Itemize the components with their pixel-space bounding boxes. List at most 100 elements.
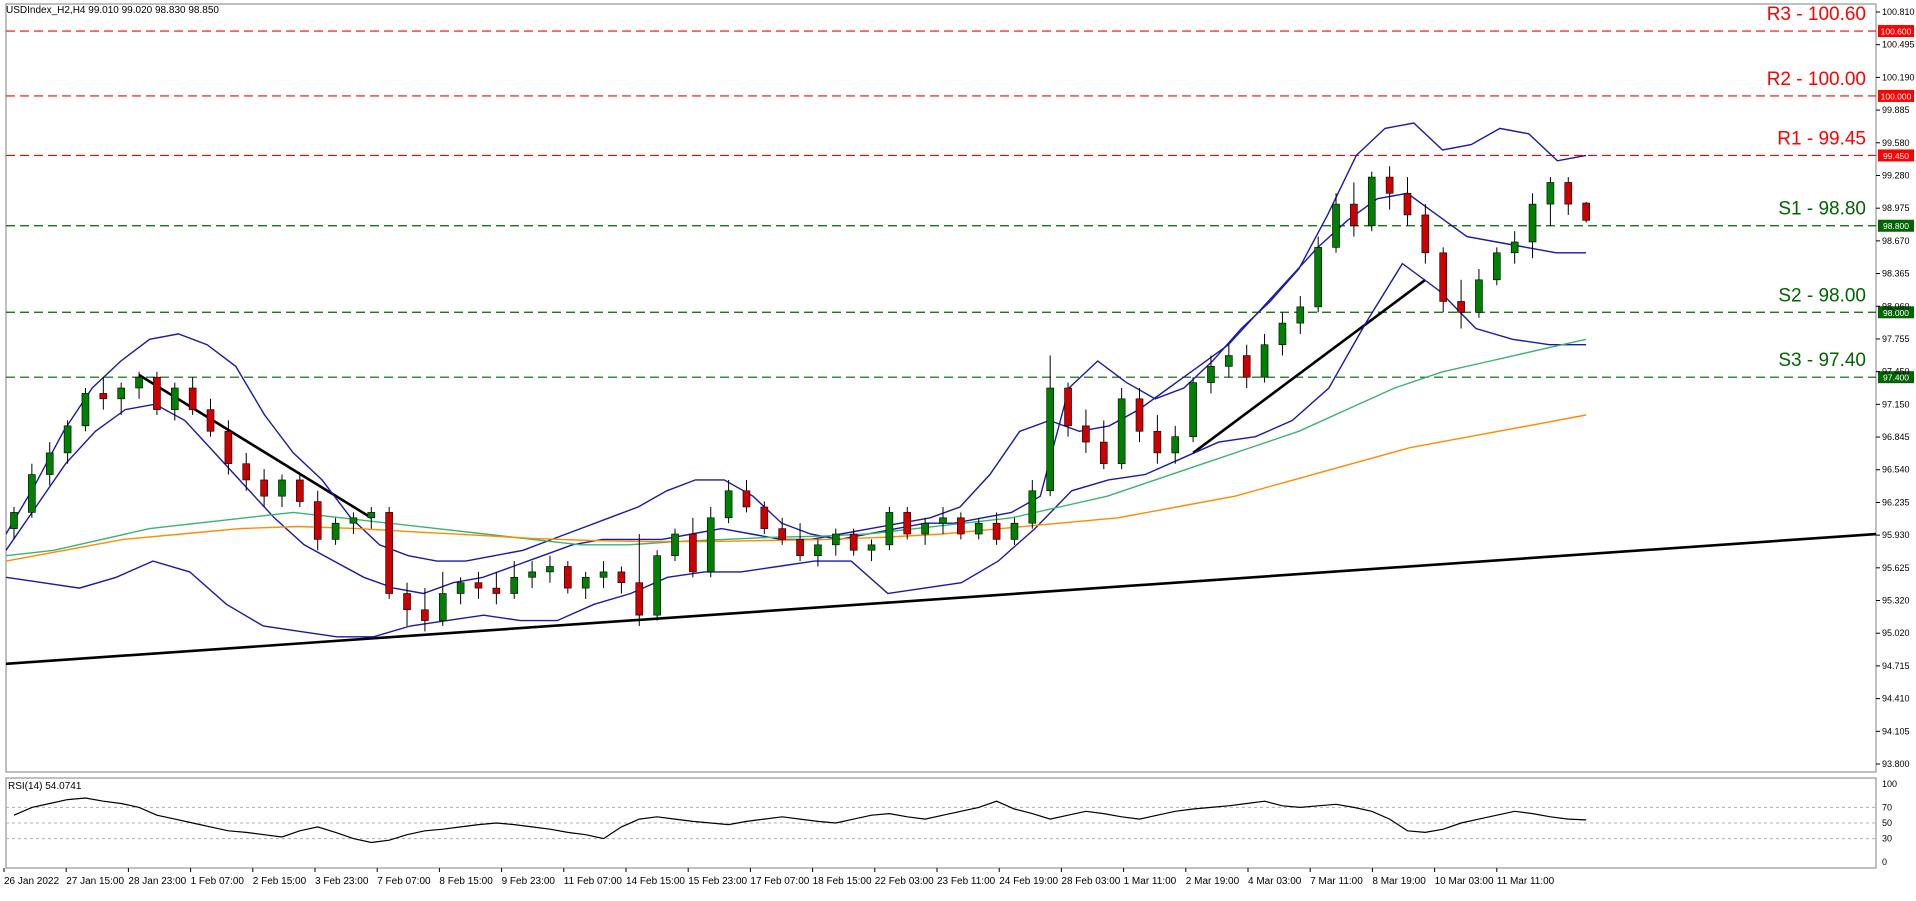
- candle-body: [939, 517, 947, 524]
- candle-body: [1439, 252, 1448, 302]
- time-tick-label: 3 Feb 23:00: [315, 876, 369, 887]
- time-tick-label: 17 Feb 07:00: [750, 876, 809, 887]
- price-tick-label: 95.320: [1882, 596, 1910, 606]
- candle-body: [296, 479, 304, 502]
- candle-body: [1457, 301, 1465, 313]
- candle-body: [1528, 203, 1537, 243]
- rsi-tick-label: 70: [1882, 802, 1892, 812]
- candle[interactable]: [1582, 201, 1590, 223]
- candle-body: [760, 506, 769, 529]
- candle[interactable]: [706, 506, 715, 578]
- candle-body: [242, 463, 251, 481]
- candle[interactable]: [1314, 236, 1322, 313]
- time-tick-label: 23 Feb 11:00: [937, 876, 996, 887]
- candle-body: [1332, 203, 1340, 248]
- candle-body: [867, 544, 876, 551]
- candle-body: [421, 609, 429, 621]
- candle[interactable]: [1189, 377, 1197, 443]
- candle[interactable]: [1367, 171, 1376, 232]
- candle-body: [81, 393, 90, 427]
- candle-body: [188, 387, 197, 410]
- candle-body: [814, 544, 822, 556]
- candle-body: [367, 512, 376, 519]
- candle-body: [1117, 398, 1126, 465]
- price-tick-label: 99.580: [1882, 138, 1910, 148]
- candle-body: [974, 522, 983, 535]
- candle-body: [260, 479, 268, 497]
- candle-body: [778, 528, 787, 540]
- candle-body: [1189, 382, 1197, 437]
- candle[interactable]: [885, 506, 894, 551]
- price-chart[interactable]: USDIndex_H2,H4 99.010 99.020 98.830 98.8…: [0, 0, 1916, 896]
- time-tick-label: 8 Feb 15:00: [439, 876, 493, 887]
- candle-body: [313, 501, 322, 540]
- time-tick-label: 4 Mar 03:00: [1248, 876, 1302, 887]
- candle-body: [1260, 344, 1269, 378]
- price-tick-label: 94.105: [1882, 726, 1910, 736]
- level-price-tag-text: 100.000: [1881, 91, 1912, 101]
- price-tick-label: 100.190: [1882, 72, 1915, 82]
- candle-body: [528, 571, 536, 578]
- candle-body: [1225, 355, 1233, 367]
- price-tick-label: 95.625: [1882, 563, 1910, 573]
- level-label: S2 - 98.00: [1778, 285, 1866, 306]
- candle-body: [153, 376, 161, 410]
- candle-body: [10, 512, 18, 529]
- candle-body: [1242, 355, 1251, 378]
- rsi-tick-label: 0: [1882, 857, 1887, 867]
- candle-body: [957, 517, 965, 535]
- candle-body: [278, 479, 286, 497]
- candle-body: [849, 533, 858, 551]
- candle-body: [796, 539, 804, 556]
- time-tick-label: 28 Jan 23:00: [128, 876, 186, 887]
- candle[interactable]: [385, 506, 393, 599]
- rsi-tick-label: 50: [1882, 818, 1892, 828]
- time-tick-label: 22 Feb 03:00: [875, 876, 934, 887]
- time-tick-label: 10 Mar 03:00: [1435, 876, 1494, 887]
- candle-body: [1350, 203, 1358, 227]
- level-price-tag-text: 100.600: [1881, 27, 1912, 37]
- candle-body: [564, 566, 572, 589]
- candle-body: [1099, 441, 1108, 465]
- level-label: S3 - 97.40: [1778, 350, 1866, 371]
- candle-body: [1314, 247, 1322, 308]
- price-tick-label: 97.450: [1882, 367, 1910, 377]
- candle[interactable]: [153, 371, 161, 416]
- level-label: R2 - 100.00: [1767, 69, 1866, 90]
- level-label: S1 - 98.80: [1778, 199, 1866, 220]
- price-tick-label: 94.715: [1882, 661, 1910, 671]
- price-tick-label: 98.975: [1882, 203, 1910, 213]
- price-tick-label: 99.280: [1882, 170, 1910, 180]
- candle-body: [45, 452, 54, 475]
- candle-body: [1046, 387, 1054, 492]
- rsi-tick-label: 100: [1882, 779, 1897, 789]
- candle-body: [206, 409, 215, 432]
- candle-body: [1582, 202, 1590, 221]
- chart-window[interactable]: USDIndex_H2,H4 99.010 99.020 98.830 98.8…: [0, 0, 1916, 896]
- time-tick-label: 24 Feb 19:00: [999, 876, 1058, 887]
- candle-body: [438, 593, 447, 621]
- candle[interactable]: [81, 388, 90, 432]
- price-tick-label: 99.885: [1882, 105, 1910, 115]
- candle-body: [671, 533, 679, 556]
- candle[interactable]: [1493, 247, 1501, 286]
- candle-body: [1171, 436, 1180, 454]
- candle-body: [653, 555, 661, 616]
- candle-body: [885, 512, 894, 546]
- candle[interactable]: [1117, 388, 1126, 470]
- candle-body: [1403, 192, 1412, 216]
- price-tick-label: 96.845: [1882, 432, 1910, 442]
- candle[interactable]: [653, 550, 661, 621]
- candle-body: [617, 571, 626, 584]
- candle-body: [456, 582, 465, 594]
- chart-background: [0, 0, 1916, 896]
- candle-body: [403, 593, 411, 611]
- candle-body: [921, 522, 929, 535]
- candle-body: [510, 576, 519, 594]
- price-tick-label: 98.670: [1882, 236, 1910, 246]
- time-tick-label: 27 Jan 15:00: [66, 876, 124, 887]
- candle-body: [599, 571, 608, 578]
- candle-body: [742, 490, 751, 508]
- candle-body: [1082, 425, 1090, 443]
- candle-body: [992, 522, 1001, 540]
